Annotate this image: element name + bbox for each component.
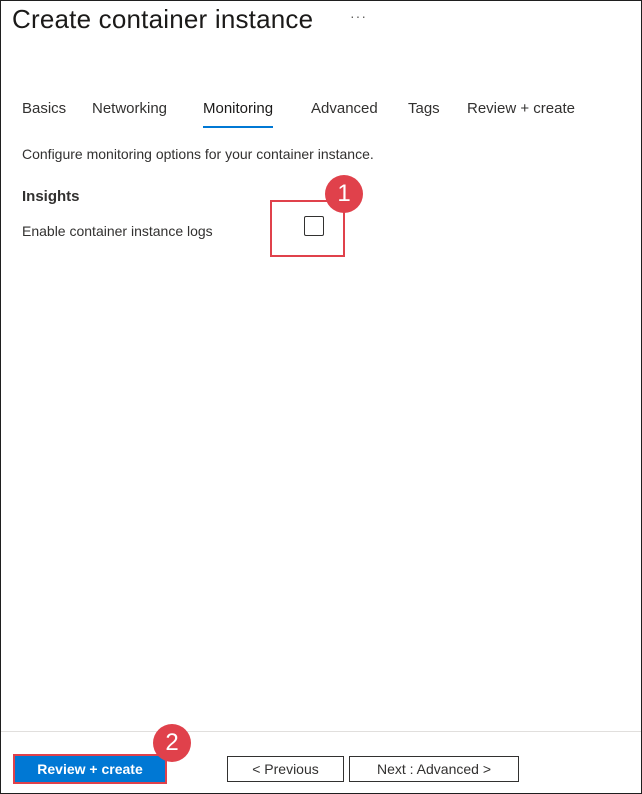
enable-container-logs-checkbox[interactable] — [304, 216, 324, 236]
step-2-badge: 2 — [153, 724, 191, 762]
tab-advanced[interactable]: Advanced — [311, 100, 378, 117]
step-1-badge: 1 — [325, 175, 363, 213]
blade-frame — [0, 0, 642, 794]
tab-tags[interactable]: Tags — [408, 100, 440, 117]
page-title: Create container instance — [12, 4, 314, 34]
review-create-button[interactable]: Review + create — [15, 756, 165, 782]
tab-monitoring[interactable]: Monitoring — [203, 100, 274, 128]
tab-networking[interactable]: Networking — [92, 100, 167, 117]
previous-button[interactable]: < Previous — [227, 756, 344, 782]
more-options-icon[interactable]: ··· — [350, 8, 367, 24]
page-description: Configure monitoring options for your co… — [22, 146, 374, 162]
tab-review-create[interactable]: Review + create — [467, 100, 575, 117]
next-advanced-button[interactable]: Next : Advanced > — [349, 756, 519, 782]
section-title-insights: Insights — [22, 188, 80, 205]
container-logs-label: Enable container instance logs — [22, 223, 213, 239]
tab-basics[interactable]: Basics — [22, 100, 66, 117]
footer-divider — [1, 731, 641, 732]
